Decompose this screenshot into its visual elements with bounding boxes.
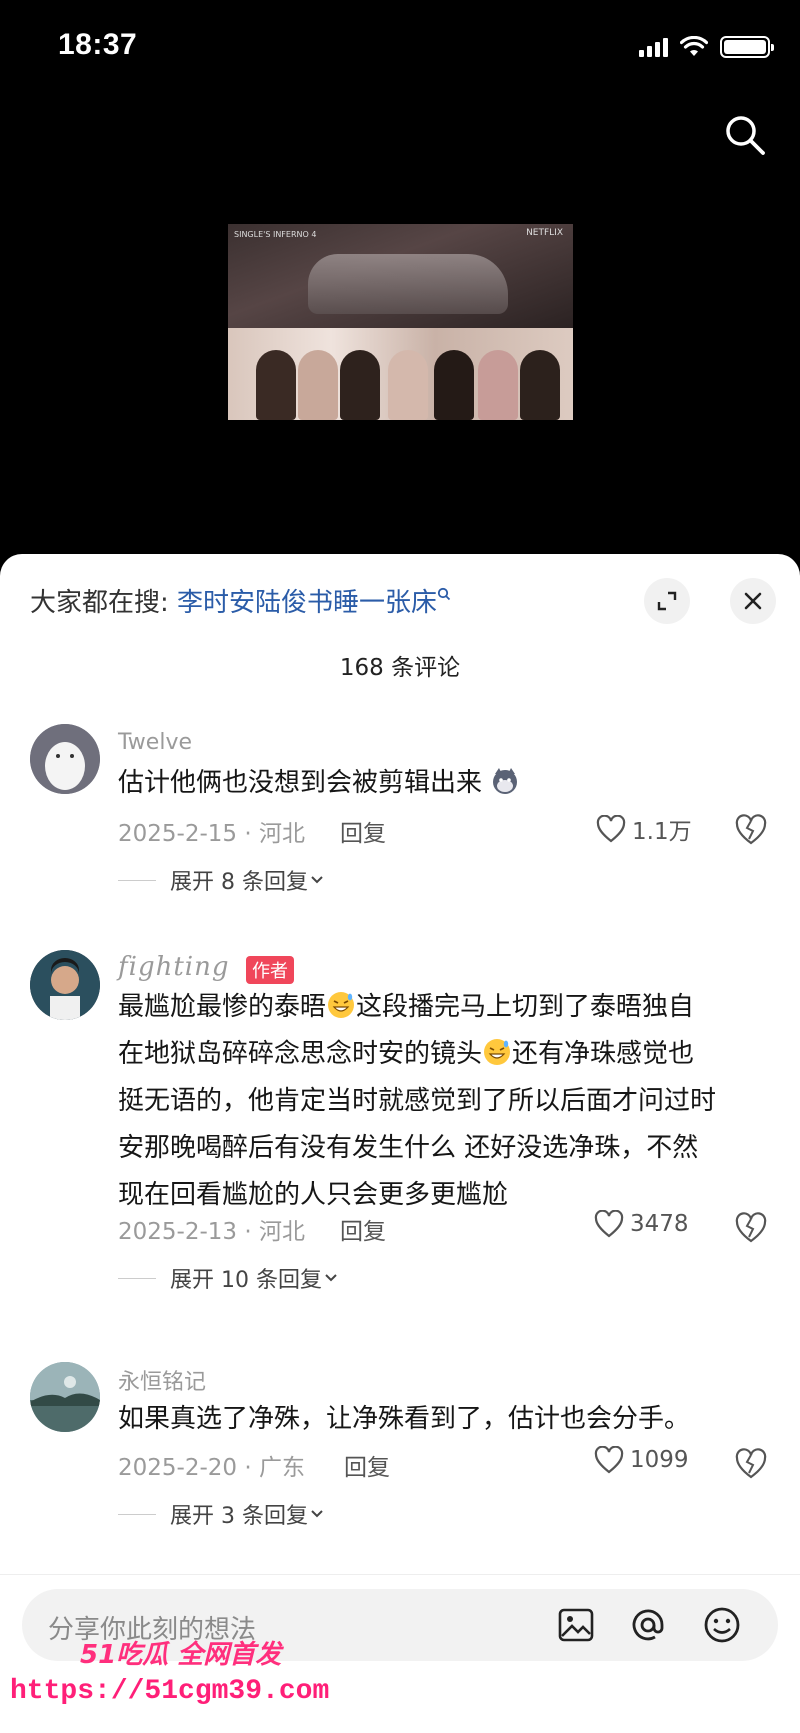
image-icon[interactable]: [556, 1605, 596, 1645]
comment-count: 168 条评论: [339, 655, 461, 681]
search-icon[interactable]: [722, 112, 768, 158]
comment-text: 最尴尬最惨的泰晤 这段播完马上切到了泰晤独自 在地狱岛碎碎念思念时安的镜头 还有净珠…: [118, 984, 778, 1219]
heart-icon: [596, 815, 626, 843]
video-scene-bedroom: [228, 224, 573, 328]
status-bar: 18:37: [0, 0, 800, 100]
watermark-url: https://51cgm39.com: [10, 1676, 330, 1707]
avatar[interactable]: [30, 950, 100, 1020]
expand-sheet-button[interactable]: [644, 578, 690, 624]
trending-search-prefix: 大家都在搜:: [30, 588, 178, 618]
comment-text-content: 估计他俩也没想到会被剪辑出来: [118, 768, 483, 798]
expand-replies-button[interactable]: 展开 3 条回复: [118, 1498, 326, 1530]
expand-replies-button[interactable]: 展开 8 条回复: [118, 864, 326, 896]
expand-replies-label: 展开 10 条回复: [170, 1268, 322, 1293]
watermark-brand: 51吃瓜 全网首发: [80, 1640, 282, 1670]
comment-line: 安那晚喝醉后有没有发生什么 还好没选净珠，不然: [118, 1133, 699, 1163]
video-person: [520, 350, 560, 420]
comment-date-location: 2025-2-13 · 河北: [118, 1219, 305, 1245]
comment-line: 还有净珠感觉也: [512, 1039, 695, 1069]
comment-username[interactable]: fighting: [118, 952, 229, 982]
chevron-down-icon: [325, 1274, 337, 1282]
comment-sheet: 大家都在搜: 李时安陆俊书睡一张床 168 条评论 Twelve 估计他俩也没想…: [0, 554, 800, 1733]
divider: [118, 879, 156, 881]
reply-button[interactable]: 回复: [340, 814, 386, 848]
like-count: 1099: [630, 1447, 689, 1473]
video-person: [340, 350, 380, 420]
trending-search-term[interactable]: 李时安陆俊书睡一张床: [177, 588, 437, 618]
emoji-icon[interactable]: [702, 1605, 742, 1645]
like-button[interactable]: 1099: [594, 1446, 689, 1474]
avatar[interactable]: [30, 724, 100, 794]
video-show-logo: SINGLE'S INFERNO 4: [234, 230, 317, 239]
reply-button[interactable]: 回复: [344, 1448, 390, 1482]
close-sheet-button[interactable]: [730, 578, 776, 624]
author-badge: 作者: [246, 956, 294, 984]
signal-icon: [639, 37, 668, 57]
expand-replies-button[interactable]: 展开 10 条回复: [118, 1262, 340, 1294]
heart-icon: [594, 1210, 624, 1238]
video-scene-panel: [228, 328, 573, 420]
close-icon: [744, 592, 762, 610]
like-count: 3478: [630, 1211, 689, 1237]
comment-line: 挺无语的，他肯定当时就感觉到了所以后面才问过时: [118, 1086, 717, 1116]
comment-text: 估计他俩也没想到会被剪辑出来: [118, 760, 778, 807]
expand-icon: [657, 591, 677, 611]
comment-username[interactable]: Twelve: [118, 730, 192, 755]
watermark: 51吃瓜 全网首发 https://51cgm39.com: [0, 1634, 329, 1724]
like-button[interactable]: 1.1万: [596, 812, 692, 846]
divider: [118, 1513, 156, 1515]
comment-username[interactable]: 永恒铭记: [118, 1364, 206, 1396]
video-brand: NETFLIX: [526, 228, 563, 238]
reply-button[interactable]: 回复: [340, 1212, 386, 1246]
comment-date-location: 2025-2-20 · 广东: [118, 1455, 305, 1481]
video-player[interactable]: SINGLE'S INFERNO 4 NETFLIX: [228, 224, 573, 420]
grinning-sweat-emoji-icon: [484, 1039, 511, 1065]
video-bed-shape: [308, 254, 508, 314]
comment-date-location: 2025-2-15 · 河北: [118, 821, 305, 847]
status-icons: [639, 36, 774, 58]
comment-line: 在地狱岛碎碎念思念时安的镜头: [118, 1039, 483, 1069]
trending-search[interactable]: 大家都在搜: 李时安陆俊书睡一张床: [30, 582, 451, 619]
grinning-sweat-emoji-icon: [328, 992, 355, 1018]
video-person: [478, 350, 518, 420]
cat-emoji-icon: [493, 768, 518, 794]
wifi-icon: [680, 36, 708, 56]
divider: [118, 1277, 156, 1279]
video-person: [256, 350, 296, 420]
video-person: [298, 350, 338, 420]
chevron-down-icon: [311, 1510, 323, 1518]
status-time: 18:37: [58, 28, 138, 61]
avatar[interactable]: [30, 1362, 100, 1432]
like-count: 1.1万: [632, 819, 692, 845]
chevron-down-icon: [311, 876, 323, 884]
search-small-icon: [437, 587, 451, 601]
comment-line: 这段播完马上切到了泰晤独自: [356, 992, 695, 1022]
like-button[interactable]: 3478: [594, 1210, 689, 1238]
battery-icon: [720, 36, 774, 58]
comment-text: 如果真选了净殊，让净殊看到了，估计也会分手。: [118, 1404, 691, 1434]
video-person: [388, 350, 428, 420]
expand-replies-label: 展开 3 条回复: [170, 1504, 308, 1529]
expand-replies-label: 展开 8 条回复: [170, 870, 308, 895]
mention-icon[interactable]: [628, 1605, 668, 1645]
broken-heart-icon[interactable]: [734, 814, 768, 846]
broken-heart-icon[interactable]: [734, 1448, 768, 1480]
broken-heart-icon[interactable]: [734, 1212, 768, 1244]
comment-line: 最尴尬最惨的泰晤: [118, 992, 327, 1022]
heart-icon: [594, 1446, 624, 1474]
video-person: [434, 350, 474, 420]
